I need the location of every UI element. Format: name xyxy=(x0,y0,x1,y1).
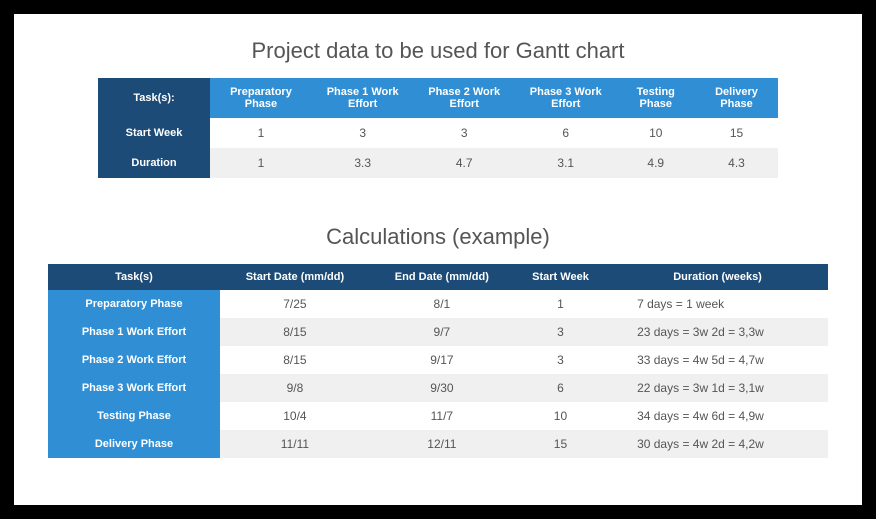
row-label: Phase 3 Work Effort xyxy=(48,374,220,402)
col-header: Phase 2 Work Effort xyxy=(413,78,515,118)
col-header: Preparatory Phase xyxy=(210,78,312,118)
col-header: Phase 1 Work Effort xyxy=(312,78,414,118)
section1-title: Project data to be used for Gantt chart xyxy=(34,38,842,64)
cell: 3 xyxy=(514,318,607,346)
table-row: Duration 1 3.3 4.7 3.1 4.9 4.3 xyxy=(98,148,778,178)
row-label: Preparatory Phase xyxy=(48,290,220,318)
cell: 10 xyxy=(617,118,695,148)
cell: 3.1 xyxy=(515,148,617,178)
table-row: Phase 2 Work Effort8/159/17333 days = 4w… xyxy=(48,346,828,374)
cell: 9/30 xyxy=(370,374,514,402)
row-label: Testing Phase xyxy=(48,402,220,430)
cell: 33 days = 4w 5d = 4,7w xyxy=(607,346,828,374)
cell: 3 xyxy=(312,118,414,148)
cell: 3.3 xyxy=(312,148,414,178)
col-header: Start Week xyxy=(514,264,607,290)
col-header: Testing Phase xyxy=(617,78,695,118)
cell: 3 xyxy=(413,118,515,148)
document-sheet: Project data to be used for Gantt chart … xyxy=(14,14,862,505)
cell: 1 xyxy=(210,148,312,178)
cell: 1 xyxy=(210,118,312,148)
col-header: Delivery Phase xyxy=(695,78,778,118)
cell: 6 xyxy=(514,374,607,402)
cell: 4.3 xyxy=(695,148,778,178)
cell: 34 days = 4w 6d = 4,9w xyxy=(607,402,828,430)
col-header: End Date (mm/dd) xyxy=(370,264,514,290)
row-label: Start Week xyxy=(98,118,210,148)
table-row: Testing Phase10/411/71034 days = 4w 6d =… xyxy=(48,402,828,430)
cell: 10 xyxy=(514,402,607,430)
cell: 3 xyxy=(514,346,607,374)
cell: 7/25 xyxy=(220,290,370,318)
cell: 8/1 xyxy=(370,290,514,318)
row-label: Duration xyxy=(98,148,210,178)
row-label: Delivery Phase xyxy=(48,430,220,458)
cell: 15 xyxy=(514,430,607,458)
cell: 8/15 xyxy=(220,346,370,374)
cell: 7 days = 1 week xyxy=(607,290,828,318)
cell: 23 days = 3w 2d = 3,3w xyxy=(607,318,828,346)
row-label: Phase 1 Work Effort xyxy=(48,318,220,346)
table-row: Phase 1 Work Effort8/159/7323 days = 3w … xyxy=(48,318,828,346)
cell: 1 xyxy=(514,290,607,318)
cell: 4.9 xyxy=(617,148,695,178)
table-row: Start Week 1 3 3 6 10 15 xyxy=(98,118,778,148)
table-row: Delivery Phase11/1112/111530 days = 4w 2… xyxy=(48,430,828,458)
calculations-table: Task(s) Start Date (mm/dd) End Date (mm/… xyxy=(48,264,828,458)
section2-title: Calculations (example) xyxy=(34,224,842,250)
cell: 22 days = 3w 1d = 3,1w xyxy=(607,374,828,402)
cell: 11/7 xyxy=(370,402,514,430)
cell: 15 xyxy=(695,118,778,148)
cell: 6 xyxy=(515,118,617,148)
table-header-row: Task(s): Preparatory Phase Phase 1 Work … xyxy=(98,78,778,118)
cell: 10/4 xyxy=(220,402,370,430)
cell: 11/11 xyxy=(220,430,370,458)
cell: 9/8 xyxy=(220,374,370,402)
col-header: Phase 3 Work Effort xyxy=(515,78,617,118)
cell: 8/15 xyxy=(220,318,370,346)
cell: 12/11 xyxy=(370,430,514,458)
cell: 9/17 xyxy=(370,346,514,374)
table-header-row: Task(s) Start Date (mm/dd) End Date (mm/… xyxy=(48,264,828,290)
col-header: Task(s) xyxy=(48,264,220,290)
cell: 4.7 xyxy=(413,148,515,178)
corner-header: Task(s): xyxy=(98,78,210,118)
table-row: Preparatory Phase7/258/117 days = 1 week xyxy=(48,290,828,318)
col-header: Duration (weeks) xyxy=(607,264,828,290)
table-row: Phase 3 Work Effort9/89/30622 days = 3w … xyxy=(48,374,828,402)
col-header: Start Date (mm/dd) xyxy=(220,264,370,290)
row-label: Phase 2 Work Effort xyxy=(48,346,220,374)
cell: 30 days = 4w 2d = 4,2w xyxy=(607,430,828,458)
gantt-data-table: Task(s): Preparatory Phase Phase 1 Work … xyxy=(98,78,778,178)
cell: 9/7 xyxy=(370,318,514,346)
